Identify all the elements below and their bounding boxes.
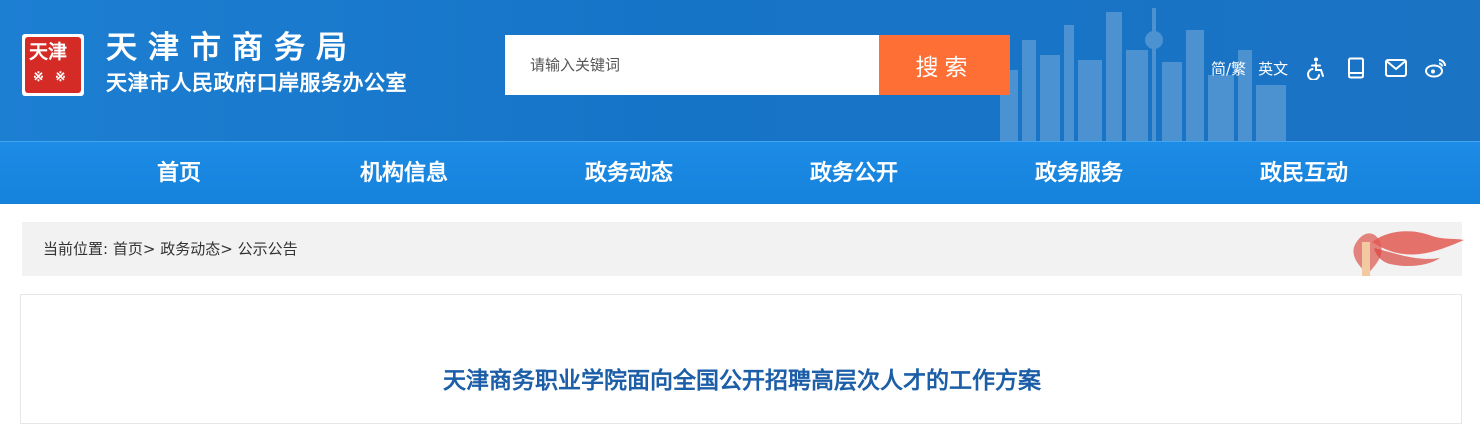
breadcrumb-separator: > [142, 240, 156, 258]
nav-item-disclosure[interactable]: 政务公开 [764, 142, 944, 205]
breadcrumb-link-home[interactable]: 首页 [113, 240, 143, 258]
search-input[interactable] [505, 35, 879, 95]
site-logo[interactable]: 天津 ※ ※ [22, 34, 84, 96]
nav-item-home[interactable]: 首页 [89, 142, 269, 205]
red-ribbon-decoration [1353, 231, 1464, 276]
breadcrumb-prefix: 当前位置: [43, 240, 109, 258]
nav-item-services[interactable]: 政务服务 [989, 142, 1169, 205]
breadcrumb: 当前位置: 首页> 政务动态> 公示公告 [22, 222, 1464, 276]
logo-seal-mark: ※ [33, 70, 44, 85]
weibo-icon[interactable] [1424, 56, 1448, 80]
english-version-link[interactable]: 英文 [1258, 58, 1288, 79]
logo-seal-icon: 天津 ※ ※ [25, 37, 81, 93]
accessibility-icon[interactable] [1304, 56, 1328, 80]
main-nav: 首页 机构信息 政务动态 政务公开 政务服务 政民互动 [0, 141, 1480, 204]
search-button[interactable]: 搜索 [879, 35, 1010, 95]
breadcrumb-trail: 当前位置: 首页> 政务动态> 公示公告 [43, 222, 298, 276]
breadcrumb-link-news[interactable]: 政务动态 [160, 240, 220, 258]
nav-item-interaction[interactable]: 政民互动 [1214, 142, 1394, 205]
site-title: 天津市商务局 [106, 30, 358, 66]
simplified-traditional-toggle[interactable]: 简/繁 [1211, 58, 1246, 79]
header-tools: 简/繁 英文 [1211, 54, 1448, 82]
logo-seal-char-1: 天津 [29, 41, 68, 63]
nav-item-news[interactable]: 政务动态 [539, 142, 719, 205]
article-container: 天津商务职业学院面向全国公开招聘高层次人才的工作方案 [20, 294, 1462, 424]
site-subtitle: 天津市人民政府口岸服务办公室 [106, 71, 407, 95]
logo-seal-mark-2: ※ [55, 70, 66, 85]
site-header: 天津 ※ ※ 天津市商务局 天津市人民政府口岸服务办公室 搜索 简/繁 英文 [0, 0, 1480, 141]
breadcrumb-link-announcements[interactable]: 公示公告 [238, 240, 298, 258]
nav-item-organization[interactable]: 机构信息 [314, 142, 494, 205]
mail-icon[interactable] [1384, 56, 1408, 80]
article-title: 天津商务职业学院面向全国公开招聘高层次人才的工作方案 [443, 368, 1041, 394]
breadcrumb-separator: > [220, 240, 233, 258]
book-icon[interactable] [1344, 56, 1368, 80]
